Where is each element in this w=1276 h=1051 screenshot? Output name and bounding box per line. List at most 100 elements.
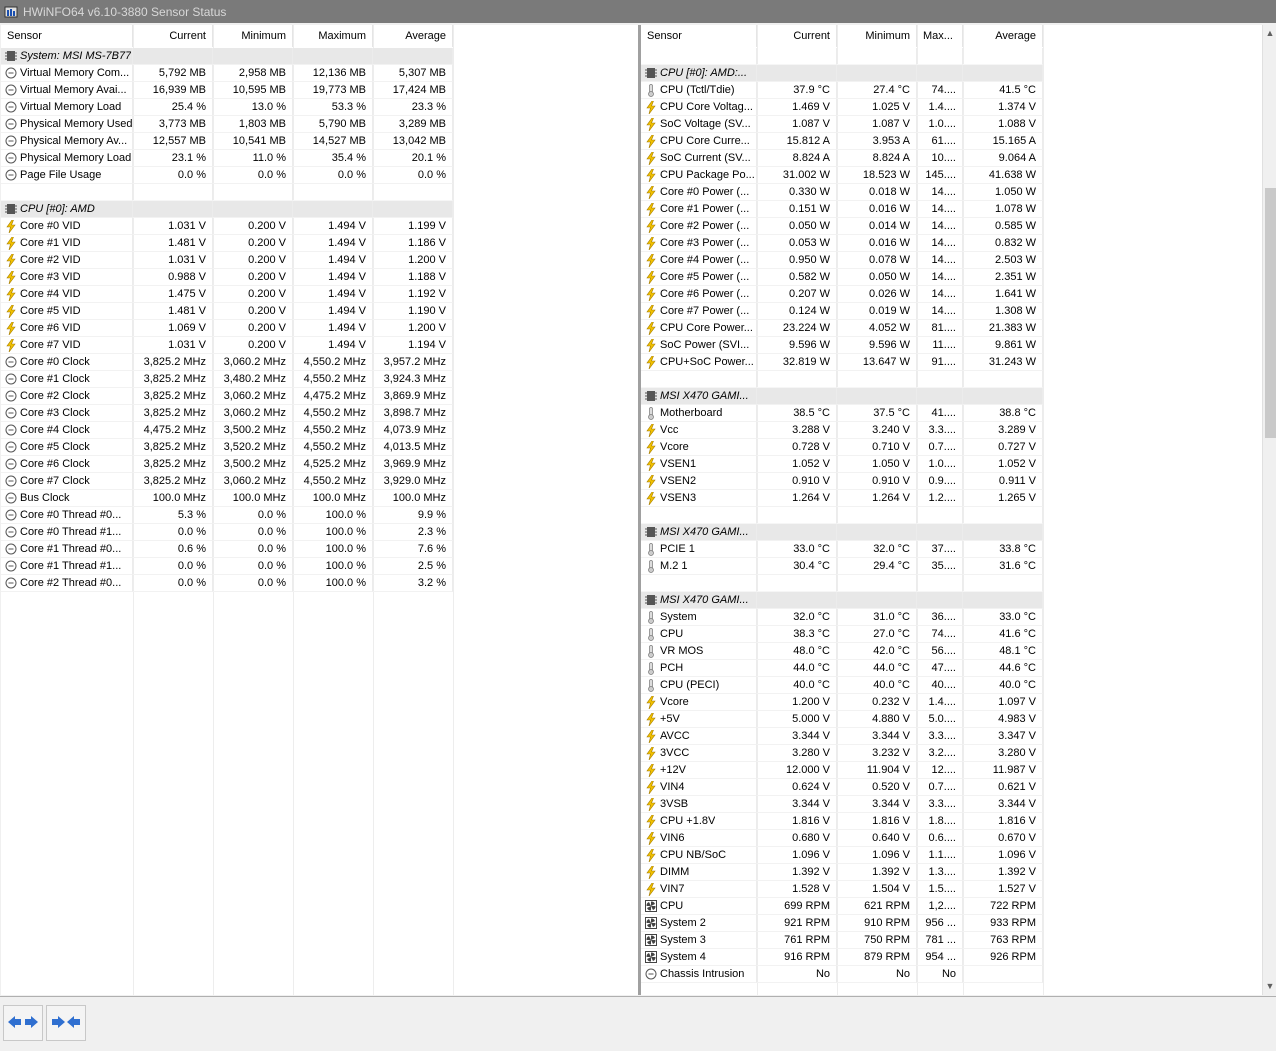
sensor-row[interactable]: 3VSB 3.344 V 3.344 V 3.3.... 3.344 V: [641, 796, 1043, 813]
sensor-group-header[interactable]: CPU [#0]: AMD:...: [641, 65, 1043, 82]
sensor-group-header[interactable]: MSI X470 GAMI...: [641, 592, 1043, 609]
sensor-row[interactable]: System 32.0 °C 31.0 °C 36.... 33.0 °C: [641, 609, 1043, 626]
sensor-row[interactable]: AVCC 3.344 V 3.344 V 3.3.... 3.347 V: [641, 728, 1043, 745]
sensor-row[interactable]: CPU (Tctl/Tdie) 37.9 °C 27.4 °C 74.... 41.5 …: [641, 82, 1043, 99]
sensor-row[interactable]: CPU+SoC Power... 32.819 W 13.647 W 91.... 31…: [641, 354, 1043, 371]
sensor-row[interactable]: Core #1 Thread #1... 0.0 % 0.0 % 100.0 % 2.5…: [1, 558, 453, 575]
column-header-average[interactable]: Average: [963, 25, 1043, 47]
sensor-row[interactable]: Core #2 Thread #0... 0.0 % 0.0 % 100.0 % 3.2…: [1, 575, 453, 592]
sensor-group-header[interactable]: MSI X470 GAMI...: [641, 524, 1043, 541]
sensor-row[interactable]: SoC Power (SVI... 9.596 W 9.596 W 11.... 9.8…: [641, 337, 1043, 354]
sensor-row[interactable]: VIN4 0.624 V 0.520 V 0.7.... 0.621 V: [641, 779, 1043, 796]
sensor-row[interactable]: CPU Package Po... 31.002 W 18.523 W 145....…: [641, 167, 1043, 184]
sensor-row[interactable]: SoC Current (SV... 8.824 A 8.824 A 10.... 9.…: [641, 150, 1043, 167]
sensor-row[interactable]: PCH 44.0 °C 44.0 °C 47.... 44.6 °C: [641, 660, 1043, 677]
sensor-row[interactable]: VSEN3 1.264 V 1.264 V 1.2.... 1.265 V: [641, 490, 1043, 507]
sensor-row[interactable]: CPU 699 RPM 621 RPM 1,2.... 722 RPM: [641, 898, 1043, 915]
sensor-row[interactable]: Core #7 Clock 3,825.2 MHz 3,060.2 MHz 4,550…: [1, 473, 453, 490]
right-scrollbar[interactable]: ▲ ▼: [1262, 25, 1276, 995]
sensor-row[interactable]: Core #2 Clock 3,825.2 MHz 3,060.2 MHz 4,475…: [1, 388, 453, 405]
expand-columns-button[interactable]: [3, 1005, 43, 1041]
sensor-group-header[interactable]: System: MSI MS-7B77: [1, 48, 453, 65]
scroll-up-icon[interactable]: ▲: [1264, 27, 1276, 39]
sensor-row[interactable]: Core #2 Power (... 0.050 W 0.014 W 14.... 0.…: [641, 218, 1043, 235]
sensor-row[interactable]: Core #1 Clock 3,825.2 MHz 3,480.2 MHz 4,550…: [1, 371, 453, 388]
sensor-row[interactable]: Chassis Intrusion No No No: [641, 966, 1043, 983]
scroll-down-icon[interactable]: ▼: [1264, 980, 1276, 992]
right-sensor-pane[interactable]: Sensor Current Minimum Max... Average CP…: [641, 25, 1276, 995]
sensor-row[interactable]: SoC Voltage (SV... 1.087 V 1.087 V 1.0.... 1…: [641, 116, 1043, 133]
sensor-row[interactable]: VSEN1 1.052 V 1.050 V 1.0.... 1.052 V: [641, 456, 1043, 473]
sensor-row[interactable]: Virtual Memory Avai... 16,939 MB 10,595 MB…: [1, 82, 453, 99]
collapse-columns-button[interactable]: [46, 1005, 86, 1041]
sensor-group-header[interactable]: MSI X470 GAMI...: [641, 388, 1043, 405]
column-header-maximum[interactable]: Max...: [917, 25, 963, 47]
sensor-row[interactable]: CPU Core Curre... 15.812 A 3.953 A 61.... 15…: [641, 133, 1043, 150]
sensor-row[interactable]: Virtual Memory Com... 5,792 MB 2,958 MB 12,…: [1, 65, 453, 82]
sensor-row[interactable]: Core #0 Thread #0... 5.3 % 0.0 % 100.0 % 9.9…: [1, 507, 453, 524]
column-header-average[interactable]: Average: [373, 25, 453, 47]
sensor-row[interactable]: Virtual Memory Load 25.4 % 13.0 % 53.3 % 23.…: [1, 99, 453, 116]
column-header-sensor[interactable]: Sensor: [641, 25, 757, 47]
column-header-current[interactable]: Current: [757, 25, 837, 47]
sensor-row[interactable]: System 2 921 RPM 910 RPM 956 ... 933 RPM: [641, 915, 1043, 932]
sensor-row[interactable]: Page File Usage 0.0 % 0.0 % 0.0 % 0.0 %: [1, 167, 453, 184]
sensor-row[interactable]: VIN7 1.528 V 1.504 V 1.5.... 1.527 V: [641, 881, 1043, 898]
sensor-row[interactable]: Core #0 Thread #1... 0.0 % 0.0 % 100.0 % 2.3…: [1, 524, 453, 541]
sensor-row[interactable]: Vcore 1.200 V 0.232 V 1.4.... 1.097 V: [641, 694, 1043, 711]
sensor-row[interactable]: Core #3 VID 0.988 V 0.200 V 1.494 V 1.188 V: [1, 269, 453, 286]
sensor-row[interactable]: Core #5 Clock 3,825.2 MHz 3,520.2 MHz 4,550…: [1, 439, 453, 456]
sensor-row[interactable]: M.2 1 30.4 °C 29.4 °C 35.... 31.6 °C: [641, 558, 1043, 575]
sensor-row[interactable]: Core #7 VID 1.031 V 0.200 V 1.494 V 1.194 V: [1, 337, 453, 354]
sensor-row[interactable]: Core #2 VID 1.031 V 0.200 V 1.494 V 1.200 V: [1, 252, 453, 269]
sensor-row[interactable]: Vcore 0.728 V 0.710 V 0.7.... 0.727 V: [641, 439, 1043, 456]
sensor-row[interactable]: Core #1 Power (... 0.151 W 0.016 W 14.... 1.…: [641, 201, 1043, 218]
sensor-row[interactable]: +12V 12.000 V 11.904 V 12.... 11.987 V: [641, 762, 1043, 779]
sensor-row[interactable]: Motherboard 38.5 °C 37.5 °C 41.... 38.8 °C: [641, 405, 1043, 422]
sensor-row[interactable]: CPU +1.8V 1.816 V 1.816 V 1.8.... 1.816 V: [641, 813, 1043, 830]
sensor-row[interactable]: VSEN2 0.910 V 0.910 V 0.9.... 0.911 V: [641, 473, 1043, 490]
sensor-row[interactable]: 3VCC 3.280 V 3.232 V 3.2.... 3.280 V: [641, 745, 1043, 762]
sensor-row[interactable]: Core #5 Power (... 0.582 W 0.050 W 14.... 2.…: [641, 269, 1043, 286]
sensor-row[interactable]: PCIE 1 33.0 °C 32.0 °C 37.... 33.8 °C: [641, 541, 1043, 558]
sensor-row[interactable]: Physical Memory Used 3,773 MB 1,803 MB 5,79…: [1, 116, 453, 133]
sensor-row[interactable]: Core #3 Power (... 0.053 W 0.016 W 14.... 0.…: [641, 235, 1043, 252]
sensor-row[interactable]: CPU Core Voltag... 1.469 V 1.025 V 1.4.... 1…: [641, 99, 1043, 116]
sensor-row[interactable]: Core #3 Clock 3,825.2 MHz 3,060.2 MHz 4,550…: [1, 405, 453, 422]
sensor-group-header[interactable]: CPU [#0]: AMD: [1, 201, 453, 218]
sensor-row[interactable]: CPU (PECI) 40.0 °C 40.0 °C 40.... 40.0 °C: [641, 677, 1043, 694]
sensor-row[interactable]: VR MOS 48.0 °C 42.0 °C 56.... 48.1 °C: [641, 643, 1043, 660]
left-sensor-pane[interactable]: Sensor Current Minimum Maximum Average S…: [1, 25, 639, 995]
sensor-row[interactable]: Core #4 Clock 4,475.2 MHz 3,500.2 MHz 4,550…: [1, 422, 453, 439]
sensor-row[interactable]: VIN6 0.680 V 0.640 V 0.6.... 0.670 V: [641, 830, 1043, 847]
sensor-row[interactable]: Core #0 VID 1.031 V 0.200 V 1.494 V 1.199 V: [1, 218, 453, 235]
sensor-row[interactable]: System 3 761 RPM 750 RPM 781 ... 763 RPM: [641, 932, 1043, 949]
sensor-row[interactable]: Vcc 3.288 V 3.240 V 3.3.... 3.289 V: [641, 422, 1043, 439]
sensor-row[interactable]: Core #0 Power (... 0.330 W 0.018 W 14.... 1.…: [641, 184, 1043, 201]
column-header-minimum[interactable]: Minimum: [837, 25, 917, 47]
sensor-row[interactable]: Core #1 Thread #0... 0.6 % 0.0 % 100.0 % 7.6…: [1, 541, 453, 558]
sensor-row[interactable]: CPU Core Power... 23.224 W 4.052 W 81.... 21…: [641, 320, 1043, 337]
sensor-row[interactable]: Core #6 VID 1.069 V 0.200 V 1.494 V 1.200 V: [1, 320, 453, 337]
sensor-row[interactable]: CPU NB/SoC 1.096 V 1.096 V 1.1.... 1.096 V: [641, 847, 1043, 864]
sensor-row[interactable]: Physical Memory Av... 12,557 MB 10,541 MB 1…: [1, 133, 453, 150]
column-header-maximum[interactable]: Maximum: [293, 25, 373, 47]
sensor-row[interactable]: CPU 38.3 °C 27.0 °C 74.... 41.6 °C: [641, 626, 1043, 643]
sensor-row[interactable]: Core #4 Power (... 0.950 W 0.078 W 14.... 2.…: [641, 252, 1043, 269]
column-header-minimum[interactable]: Minimum: [213, 25, 293, 47]
sensor-row[interactable]: Core #4 VID 1.475 V 0.200 V 1.494 V 1.192 V: [1, 286, 453, 303]
sensor-row[interactable]: Bus Clock 100.0 MHz 100.0 MHz 100.0 MHz 100.…: [1, 490, 453, 507]
sensor-row[interactable]: System 4 916 RPM 879 RPM 954 ... 926 RPM: [641, 949, 1043, 966]
sensor-row[interactable]: Core #1 VID 1.481 V 0.200 V 1.494 V 1.186 V: [1, 235, 453, 252]
sensor-row[interactable]: Core #6 Power (... 0.207 W 0.026 W 14.... 1.…: [641, 286, 1043, 303]
sensor-row[interactable]: Physical Memory Load 23.1 % 11.0 % 35.4 % 20…: [1, 150, 453, 167]
sensor-row[interactable]: +5V 5.000 V 4.880 V 5.0.... 4.983 V: [641, 711, 1043, 728]
sensor-row[interactable]: Core #5 VID 1.481 V 0.200 V 1.494 V 1.190 V: [1, 303, 453, 320]
sensor-row[interactable]: Core #0 Clock 3,825.2 MHz 3,060.2 MHz 4,550…: [1, 354, 453, 371]
column-header-sensor[interactable]: Sensor: [1, 25, 133, 47]
column-header-current[interactable]: Current: [133, 25, 213, 47]
sensor-row[interactable]: DIMM 1.392 V 1.392 V 1.3.... 1.392 V: [641, 864, 1043, 881]
scrollbar-thumb[interactable]: [1265, 188, 1276, 438]
sensor-row[interactable]: Core #6 Clock 3,825.2 MHz 3,500.2 MHz 4,525…: [1, 456, 453, 473]
sensor-row[interactable]: Core #7 Power (... 0.124 W 0.019 W 14.... 1.…: [641, 303, 1043, 320]
